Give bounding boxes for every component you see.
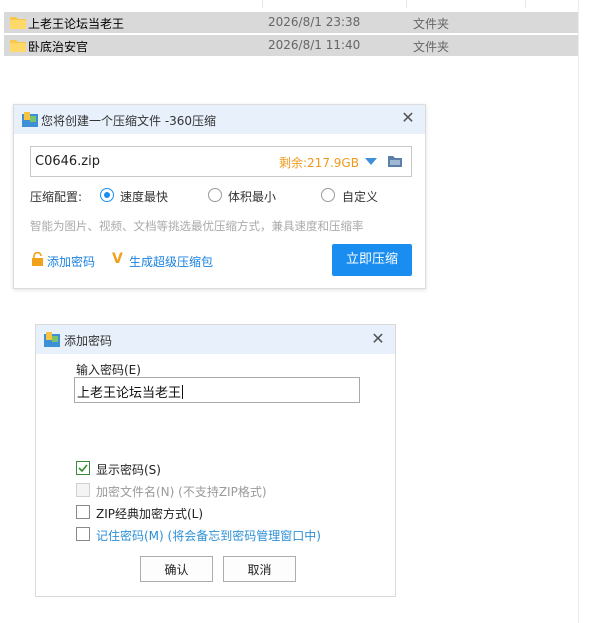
file-list: 上老王论坛当老王 2026/8/1 23:38 文件夹 卧底治安官 2026/8… [0,0,608,623]
dialog-title: 添加密码 [64,334,113,348]
lock-icon[interactable] [31,252,44,266]
dialog-titlebar[interactable]: 添加密码 ✕ [36,325,395,354]
show-password-label[interactable]: 显示密码(S) [96,461,161,478]
add-password-dialog: 添加密码 ✕ 输入密码(E) 上老王论坛当老王 显示密码(S) 加密文件名(N)… [35,324,396,597]
archive-app-icon [22,112,38,127]
archive-path-field[interactable]: C0646.zip 剩余:217.9GB [30,146,412,177]
compress-config-label: 压缩配置: [30,190,83,204]
remember-password-checkbox[interactable] [76,527,90,541]
show-password-checkbox[interactable] [76,461,90,475]
file-name: 卧底治安官 [28,40,89,54]
archive-app-icon [44,332,60,347]
encrypt-filename-checkbox [76,483,90,497]
file-type: 文件夹 [413,17,450,31]
file-row[interactable]: 卧底治安官 2026/8/1 11:40 文件夹 [4,35,578,56]
column-separator[interactable] [525,0,526,8]
password-value[interactable]: 上老王论坛当老王 [77,382,184,401]
remember-password-label[interactable]: 记住密码(M) (将会备忘到密码管理窗口中) [96,527,321,544]
file-type: 文件夹 [413,40,450,54]
password-input[interactable]: 上老王论坛当老王 [74,377,360,403]
cancel-button[interactable]: 取消 [223,556,296,582]
browse-folder-icon[interactable] [387,153,403,169]
password-input-label: 输入密码(E) [76,363,141,377]
window-edge [578,0,579,623]
password-text: 上老王论坛当老王 [77,386,182,401]
file-name: 上老王论坛当老王 [28,17,125,31]
radio-label: 自定义 [342,190,379,204]
archive-filename[interactable]: C0646.zip [35,154,100,169]
compress-now-button[interactable]: 立即压缩 [332,244,412,276]
file-date: 2026/8/1 11:40 [268,38,361,52]
folder-icon [10,40,26,52]
radio-size-smallest[interactable] [208,188,222,202]
zip-classic-encryption-checkbox[interactable] [76,505,90,519]
radio-custom[interactable] [321,188,335,202]
encrypt-filename-label: 加密文件名(N) (不支持ZIP格式) [96,485,267,499]
close-icon[interactable]: ✕ [370,331,386,347]
folder-icon [10,17,26,29]
column-separator[interactable] [406,0,407,8]
checkmark-icon [78,464,88,473]
text-caret [182,385,184,399]
compress-dialog: 您将创建一个压缩文件 -360压缩 ✕ C0646.zip 剩余:217.9GB… [13,104,426,289]
dialog-titlebar[interactable]: 您将创建一个压缩文件 -360压缩 ✕ [14,105,425,134]
file-list-header [0,0,608,10]
radio-speed-fastest[interactable] [100,188,114,202]
add-password-link[interactable]: 添加密码 [47,253,95,270]
file-row[interactable]: 上老王论坛当老王 2026/8/1 23:38 文件夹 [4,12,578,33]
v-badge-icon[interactable]: V [112,252,127,267]
super-package-link[interactable]: 生成超级压缩包 [129,253,213,270]
radio-label: 速度最快 [120,190,169,204]
zip-classic-encryption-label[interactable]: ZIP经典加密方式(L) [96,505,203,522]
compress-hint: 智能为图片、视频、文档等挑选最优压缩方式，兼具速度和压缩率 [30,219,364,233]
column-separator[interactable] [262,0,263,8]
confirm-button[interactable]: 确认 [140,556,213,582]
radio-label: 体积最小 [228,190,277,204]
chevron-down-icon[interactable] [364,155,378,167]
free-space: 剩余:217.9GB [279,156,359,170]
dialog-title: 您将创建一个压缩文件 -360压缩 [41,114,217,128]
file-date: 2026/8/1 23:38 [268,15,361,29]
close-icon[interactable]: ✕ [400,110,416,126]
